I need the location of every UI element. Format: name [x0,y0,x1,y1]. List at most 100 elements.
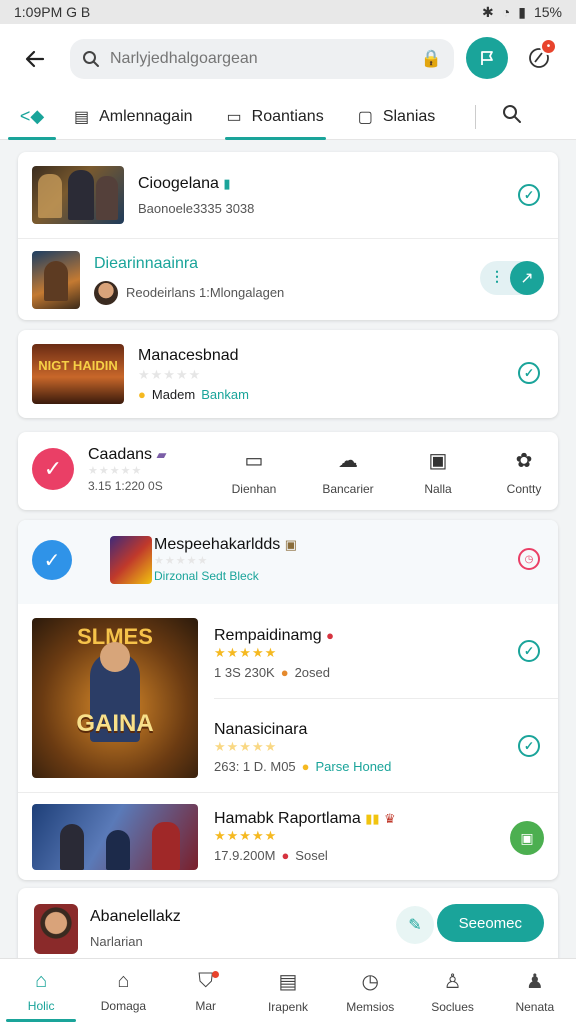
more-icon: ⋮ [490,268,504,284]
tab-label: Amlennagain [99,107,193,125]
back-button[interactable] [12,36,58,82]
tab-label: Roantians [251,107,324,125]
item-extra: 2osed [294,664,330,680]
nav-soclues[interactable]: ♙ Soclues [411,959,493,1024]
item-title: Cioogelana ▮ [138,174,231,192]
quick-action-item[interactable]: ☁ Bancarier [308,432,388,496]
top-app-bar: 🔒 • [0,24,576,94]
nav-label: Nenata [515,1000,555,1014]
list-item[interactable]: Rempaidinamg ● ★★★★★ 1 3S 230K ● 2osed ✓ [214,604,558,698]
tab-slanias[interactable]: ▢ Slanias [348,94,446,140]
nav-label: Soclues [431,1000,474,1014]
list-item[interactable]: Hamabk Raportlama ▮▮ ♛ ★★★★★ 17.9.200M ●… [18,792,558,880]
status-bar: 1:09PM G B ✱ ◔ ▮ 15% [0,0,576,24]
game-thumbnail: NIGT HAIDIN [32,344,124,404]
item-meta: Madem [151,386,196,402]
heart-icon: ● [326,627,334,643]
shop-icon: ⛉ [198,970,214,992]
quick-action-item[interactable]: ✿ Contty [484,432,558,496]
list-card: Cioogelana ▮ Baonoele3335 3038 ✓ Diearin… [18,152,558,320]
document-icon: ▤ [74,108,90,126]
notification-dot [211,971,219,978]
nav-label: Memsios [346,1000,395,1014]
tab-amlennagain[interactable]: ▤ Amlennagain [64,94,203,140]
app-thumbnail [110,536,152,584]
rating-stars: ★★★★★ [138,366,202,382]
rating-stars: ★★★★★ [154,555,209,567]
check-icon[interactable]: ✓ [518,735,540,757]
check-icon[interactable]: ✓ [518,640,540,662]
nav-nenata[interactable]: ♟ Nenata [494,959,576,1024]
list-item[interactable]: Diearinnaainra Reodeirlans 1:Mlongalagen… [18,238,558,320]
game-cover[interactable]: SLMES GAINA [32,618,198,778]
featured-header[interactable]: ✓ Mespeehakarldds ▣ ★★★★★ Dirzonal Sedt … [18,520,558,604]
search-bar[interactable]: 🔒 [70,39,454,79]
quick-title: Caadans [88,446,153,463]
badge-icon: ▮▮ [365,811,380,826]
featured-subtitle: Dirzonal Sedt Bleck [154,569,259,583]
flag-icon [481,51,493,65]
item-stats: 17.9.200M [214,848,276,863]
movie-thumbnail [32,803,198,870]
quick-action-label: Nalla [424,482,452,496]
image-icon: ▣ [428,450,448,472]
quick-action-item[interactable]: ▣ Nalla [398,432,478,496]
flag-button[interactable] [466,37,508,79]
arrow-button[interactable]: ↗ [510,261,544,295]
avatar [34,904,78,954]
play-button[interactable]: ▣ [510,821,544,855]
action-pill[interactable]: ⋮ ↗ [480,261,544,295]
list-item[interactable]: Cioogelana ▮ Baonoele3335 3038 ✓ [18,152,558,238]
search-input[interactable] [110,50,411,68]
quick-actions-card: ✓ Caadans ▰ ★★★★★ 3.15 1:220 0S ▭ Dienha… [18,432,558,510]
clock-icon: ◷ [361,971,379,993]
item-card[interactable]: NIGT HAIDIN Manacesbnad ★★★★★ ● Madem Ba… [18,330,558,418]
tab-divider [475,104,477,129]
check-circle-button[interactable]: ✓ [32,448,74,490]
nav-domaga[interactable]: ⌂ Domaga [82,959,164,1024]
nav-memsios[interactable]: ◷ Memsios [329,959,411,1024]
item-title: Diearinnaainra [94,254,199,272]
chat-icon: ▢ [357,108,373,126]
lock-icon: ▣ [284,537,298,552]
figure [152,821,180,870]
tab-search-button[interactable] [502,104,522,130]
person-icon: ♙ [443,971,462,993]
tab-roantians[interactable]: ▭ Roantians [217,94,334,140]
profile-title: Abanelellakz [90,908,181,925]
tab-label: Slanias [382,107,436,125]
nav-irapenk[interactable]: ▤ Irapenk [247,959,329,1024]
check-icon[interactable]: ✓ [518,184,540,206]
emoji-icon: ● [281,848,290,863]
crown-icon: ♛ [383,811,396,826]
nav-home[interactable]: ⌂ Holic [0,959,82,1024]
character-head [100,642,130,672]
chat-button[interactable]: ✎ [396,906,434,944]
quick-subtitle: 3.15 1:220 0S [88,479,163,493]
featured-title: Mespeehakarldds [154,536,281,553]
clock-icon[interactable]: ◷ [518,548,540,570]
nav-label: Domaga [100,999,147,1013]
check-icon[interactable]: ✓ [518,362,540,384]
verified-icon: ▮ [223,175,231,191]
list-item[interactable]: Nanasicinara ★★★★★ 263: 1 D. M05 ● Parse… [214,698,558,792]
check-circle-button[interactable]: ✓ [32,540,72,580]
rating-stars: ★★★★★ [214,739,278,754]
status-time: 1:09PM G B [14,4,91,20]
battery-icon: ▮ [518,3,526,20]
thumbnail-title: NIGT HAIDIN [38,358,118,373]
bottom-navigation: ⌂ Holic ⌂ Domaga ⛉ Mar ▤ Irapenk ◷ Memsi… [0,958,576,1024]
lock-icon[interactable]: 🔒 [421,49,442,69]
nav-mar[interactable]: ⛉ Mar [165,959,247,1024]
item-meta-link[interactable]: Bankam [201,387,249,402]
settings-icon: ✿ [515,450,533,472]
nav-label: Mar [195,999,217,1013]
quick-action-item[interactable]: ▭ Dienhan [214,432,294,496]
cloud-icon: ☁ [338,450,358,472]
notifications-button[interactable]: • [518,37,560,79]
emoji-icon: ● [301,759,310,774]
tab-home[interactable]: <◆ [0,94,64,140]
cover-subtitle: GAINA [76,710,154,737]
primary-action-button[interactable]: Seeomec [436,904,544,942]
wifi-icon: ◔ [501,4,511,20]
